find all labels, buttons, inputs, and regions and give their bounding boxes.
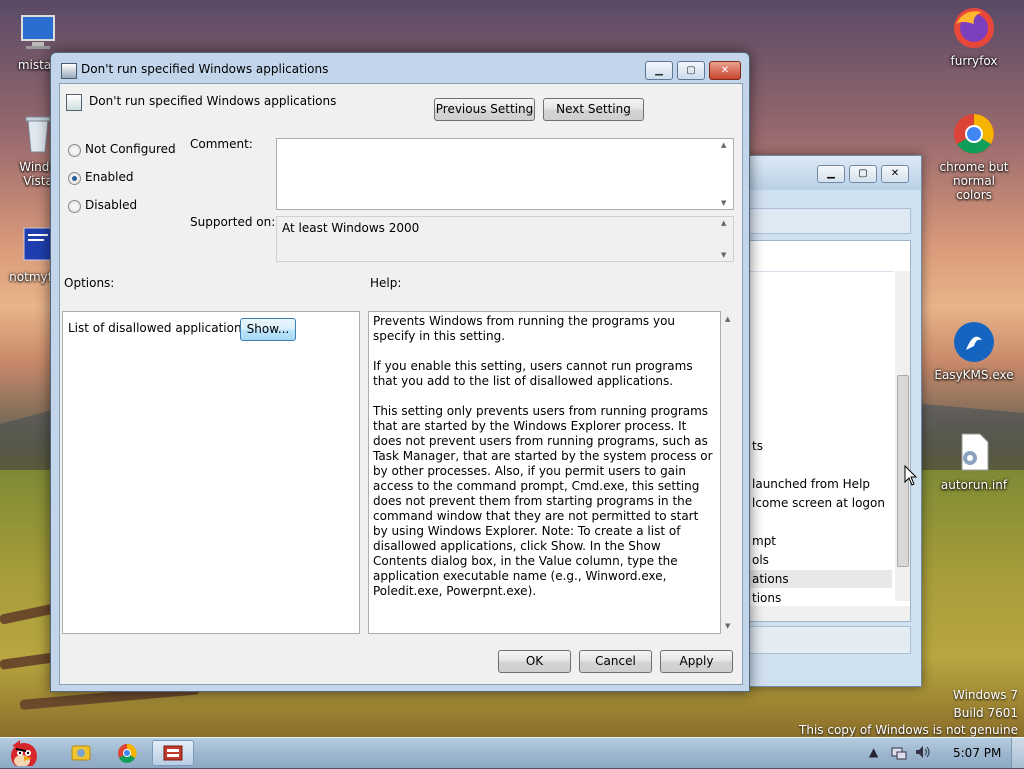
help-label: Help: (370, 276, 402, 290)
options-label: Options: (64, 276, 115, 290)
help-scrollbar[interactable]: ▲ ▼ (722, 311, 737, 634)
scroll-down-arrow-icon[interactable]: ▼ (725, 622, 730, 630)
close-button[interactable]: ✕ (881, 165, 909, 183)
horizontal-scrollbar[interactable] (750, 606, 910, 621)
help-paragraph: This setting only prevents users from ru… (373, 404, 713, 598)
close-button[interactable]: ✕ (709, 61, 741, 80)
help-paragraph: If you enable this setting, users cannot… (373, 359, 693, 388)
tray-expand-arrow-icon[interactable]: ▲ (869, 745, 878, 759)
list-item[interactable]: launched from Help (750, 475, 870, 493)
disallowed-list-label: List of disallowed applications (68, 321, 248, 335)
radio-label: Enabled (85, 170, 134, 184)
radio-label: Disabled (85, 198, 138, 212)
list-item[interactable]: mpt (750, 532, 776, 550)
desktop-icon-easykms[interactable]: EasyKMS.exe (934, 320, 1014, 382)
cancel-button[interactable]: Cancel (579, 650, 652, 673)
supported-on-field: At least Windows 2000 ▲ ▼ (276, 216, 734, 262)
supported-on-value: At least Windows 2000 (282, 221, 420, 235)
list-item[interactable]: ts (750, 437, 763, 455)
scroll-down-arrow-icon[interactable]: ▼ (721, 251, 726, 259)
status-bar (749, 626, 911, 654)
policy-setting-icon (66, 94, 82, 111)
minimize-button[interactable]: ▁ (645, 61, 673, 80)
desktop-icon-autorun[interactable]: autorun.inf (934, 430, 1014, 492)
start-button[interactable] (2, 740, 50, 766)
supported-scrollbar[interactable]: ▲ ▼ (718, 217, 733, 261)
list-item[interactable]: tions (750, 589, 781, 607)
group-policy-icon (163, 745, 183, 761)
help-text: Prevents Windows from running the progra… (373, 314, 716, 614)
background-window[interactable]: ▁ ▢ ✕ ts launched from Help lcome screen… (740, 155, 922, 687)
computer-icon (16, 10, 60, 54)
list-item[interactable]: ols (750, 551, 769, 569)
chrome-icon (952, 112, 996, 156)
maximize-button[interactable]: ▢ (849, 165, 877, 183)
scroll-up-arrow-icon[interactable]: ▲ (725, 315, 730, 323)
next-setting-button[interactable]: Next Setting (543, 98, 644, 121)
desktop-icon-chrome[interactable]: chrome but normal colors (934, 112, 1014, 202)
radio-not-configured[interactable] (68, 144, 81, 157)
firefox-icon (952, 6, 996, 50)
radio-enabled[interactable] (68, 172, 81, 185)
ok-button[interactable]: OK (498, 650, 571, 673)
network-icon[interactable] (891, 744, 907, 763)
window-title: Don't run specified Windows applications (81, 62, 329, 76)
watermark-build: Build 7601 (953, 706, 1018, 720)
settings-list[interactable]: ts launched from Help lcome screen at lo… (749, 240, 911, 622)
policy-window-icon (61, 63, 77, 79)
autorun-file-icon (952, 430, 996, 474)
taskbar-group-policy[interactable] (152, 740, 194, 766)
taskbar-chrome[interactable] (106, 740, 148, 766)
setting-header-title: Don't run specified Windows applications (89, 94, 337, 108)
list-item-selected[interactable]: ations (750, 570, 892, 588)
address-bar[interactable] (749, 208, 911, 234)
volume-icon[interactable] (914, 744, 932, 763)
desktop-icon-label: EasyKMS.exe (934, 368, 1014, 382)
help-pane: Prevents Windows from running the progra… (368, 311, 721, 634)
list-header (750, 241, 894, 272)
scroll-down-arrow-icon[interactable]: ▼ (721, 199, 726, 207)
desktop-icon-label: furryfox (950, 54, 998, 68)
list-item[interactable]: lcome screen at logon (750, 494, 885, 512)
taskbar-explorer[interactable] (60, 740, 102, 766)
scroll-up-arrow-icon[interactable]: ▲ (721, 141, 726, 149)
radio-label: Not Configured (85, 142, 176, 156)
clock[interactable]: 5:07 PM (953, 746, 1001, 760)
supported-on-label: Supported on: (190, 215, 276, 229)
scroll-up-arrow-icon[interactable]: ▲ (721, 219, 726, 227)
easykms-icon (952, 320, 996, 364)
minimize-button[interactable]: ▁ (817, 165, 845, 183)
help-paragraph: Prevents Windows from running the progra… (373, 314, 676, 343)
radio-disabled[interactable] (68, 200, 81, 213)
previous-setting-button[interactable]: Previous Setting (434, 98, 535, 121)
policy-dialog[interactable]: Don't run specified Windows applications… (50, 52, 750, 692)
angry-bird-start-icon (11, 740, 37, 766)
maximize-button[interactable]: ▢ (677, 61, 705, 80)
options-pane: List of disallowed applications Show... (62, 311, 360, 634)
dialog-client: Don't run specified Windows applications… (59, 83, 743, 685)
show-button[interactable]: Show... (240, 318, 296, 341)
desktop-icon-firefox[interactable]: furryfox (934, 6, 1014, 68)
mouse-cursor-icon (904, 465, 918, 486)
watermark-os: Windows 7 (952, 688, 1018, 702)
desktop-icon-label: chrome but normal colors (939, 160, 1009, 202)
vertical-scrollbar[interactable] (895, 271, 910, 601)
comment-textarea[interactable]: ▲ ▼ (276, 138, 734, 210)
taskbar: ▲ 5:07 PM (0, 737, 1024, 768)
explorer-icon (71, 745, 91, 761)
watermark-genuine: This copy of Windows is not genuine (799, 723, 1018, 737)
desktop-icon-label: autorun.inf (940, 478, 1008, 492)
comment-label: Comment: (190, 137, 253, 151)
show-desktop-button[interactable] (1011, 738, 1024, 768)
comment-scrollbar[interactable]: ▲ ▼ (718, 139, 733, 209)
chrome-icon (118, 743, 137, 763)
apply-button[interactable]: Apply (660, 650, 733, 673)
